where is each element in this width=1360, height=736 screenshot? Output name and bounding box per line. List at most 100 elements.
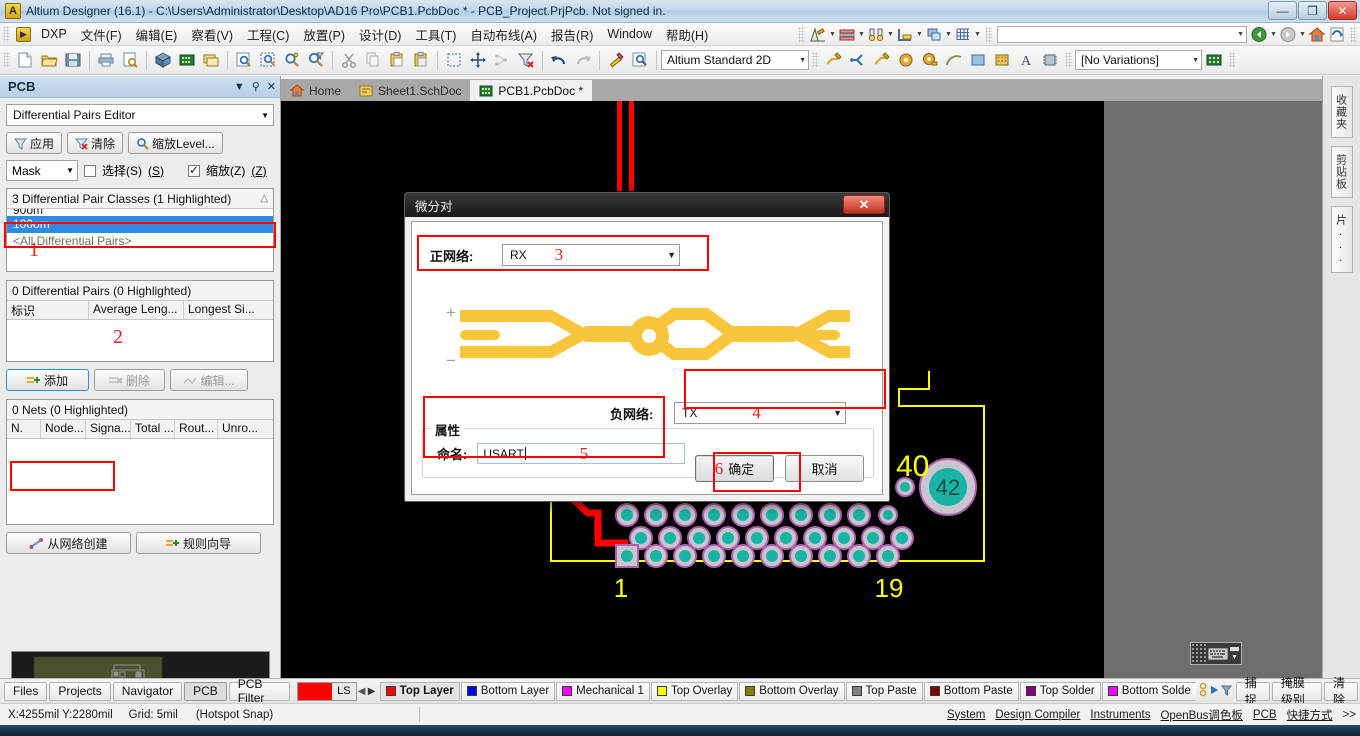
doc-tab-sheet1[interactable]: Sheet1.SchDoc <box>350 80 470 101</box>
new-document-icon[interactable] <box>14 49 36 71</box>
layers-icon[interactable] <box>200 49 222 71</box>
nets-col-1[interactable]: Node... <box>41 420 86 438</box>
menu-item-autoroute[interactable]: 自动布线(A) <box>463 22 544 47</box>
menu-item-file[interactable]: 文件(F) <box>74 22 129 47</box>
nets-col-0[interactable]: N. <box>7 420 41 438</box>
variant-board-icon[interactable] <box>1203 49 1225 71</box>
zoom-filter-icon[interactable] <box>305 49 327 71</box>
mask-dropdown-icon[interactable]: ▼ <box>66 166 74 175</box>
pcb-board-icon[interactable] <box>176 49 198 71</box>
place-net-icon[interactable] <box>847 49 869 71</box>
menu-right-grip3-icon[interactable] <box>1350 26 1357 43</box>
nets-col-3[interactable]: Total ... <box>131 420 175 438</box>
layer-tab-top-layer[interactable]: Top Layer <box>379 681 460 701</box>
layer-stack-dropdown-icon[interactable]: ▼ <box>857 26 866 43</box>
negative-net-combo[interactable]: TX 4 ▼ <box>674 402 846 424</box>
menu-right-grip2-icon[interactable] <box>985 26 992 43</box>
panel-tab-projects[interactable]: Projects <box>49 681 111 701</box>
zoom-area-icon[interactable] <box>257 49 279 71</box>
place-track-icon[interactable] <box>823 49 845 71</box>
negative-net-dropdown-icon[interactable]: ▼ <box>833 408 842 418</box>
menu-item-tools[interactable]: 工具(T) <box>408 22 463 47</box>
restore-button[interactable]: ❐ <box>1298 1 1327 20</box>
measure-dropdown-icon[interactable]: ▼ <box>915 26 924 43</box>
menu-search-combo[interactable]: ▼ <box>997 26 1247 43</box>
apply-button[interactable]: 应用 <box>6 132 63 154</box>
highlight-pen-icon[interactable] <box>605 49 627 71</box>
place-string-icon[interactable]: A <box>1015 49 1037 71</box>
refresh-icon[interactable] <box>1328 26 1346 43</box>
shortcuts-button[interactable]: 快捷方式 <box>1287 707 1333 723</box>
menu-item-help[interactable]: 帮助(H) <box>659 22 715 47</box>
overflow-button[interactable]: >> <box>1343 709 1356 721</box>
layer-tab-bottom-layer[interactable]: Bottom Layer <box>460 681 556 701</box>
place-pad-icon[interactable] <box>919 49 941 71</box>
pairs-col-2[interactable]: Longest Si... <box>184 301 272 319</box>
place-via-icon[interactable] <box>895 49 917 71</box>
board-3d-icon[interactable] <box>152 49 174 71</box>
undo-icon[interactable] <box>548 49 570 71</box>
ime-dropdown-icon[interactable]: ▼ <box>1231 654 1238 661</box>
open-folder-icon[interactable] <box>38 49 60 71</box>
save-icon[interactable] <box>62 49 84 71</box>
variations-grip-icon[interactable] <box>1065 52 1072 68</box>
forward-dropdown-icon[interactable]: ▼ <box>1298 26 1307 43</box>
move-icon[interactable] <box>467 49 489 71</box>
instruments-button[interactable]: Instruments <box>1090 709 1150 721</box>
layer-tab-bottom-paste[interactable]: Bottom Paste <box>923 681 1019 701</box>
browse-icon[interactable] <box>629 49 651 71</box>
list-item[interactable]: <All Differential Pairs> <box>7 233 273 250</box>
binoculars-icon[interactable] <box>867 26 885 43</box>
openbus-palette-button[interactable]: OpenBus调色板 <box>1160 707 1242 723</box>
measure-icon[interactable] <box>896 26 914 43</box>
select-area-icon[interactable] <box>443 49 465 71</box>
grid-dropdown-icon[interactable]: ▼ <box>973 26 982 43</box>
nets-col-5[interactable]: Unro... <box>218 420 262 438</box>
binoculars-dropdown-icon[interactable]: ▼ <box>886 26 895 43</box>
mask-level-button[interactable]: 掩膜级别 <box>1271 676 1322 707</box>
layer-stack-icon[interactable] <box>838 26 856 43</box>
select-checkbox[interactable] <box>84 164 96 177</box>
doc-tab-pcb1[interactable]: PCB1.PcbDoc * <box>470 80 593 101</box>
back-dropdown-icon[interactable]: ▼ <box>1269 26 1278 43</box>
place-fill-icon[interactable] <box>967 49 989 71</box>
vtab-clipboard[interactable]: 剪贴板 <box>1330 146 1353 198</box>
grid-icon[interactable] <box>954 26 972 43</box>
layer-tab-top-overlay[interactable]: Top Overlay <box>650 681 739 701</box>
editor-mode-select[interactable]: Differential Pairs Editor ▼ <box>6 104 274 126</box>
dialog-close-button[interactable]: ✕ <box>843 195 885 214</box>
panel-tab-pcb[interactable]: PCB <box>184 681 227 701</box>
view-config-dropdown-icon[interactable]: ▼ <box>793 57 806 64</box>
ruler-dropdown-icon[interactable]: ▼ <box>828 26 837 43</box>
copy-icon[interactable] <box>362 49 384 71</box>
place-arc-icon[interactable] <box>943 49 965 71</box>
layer-tab-bottom-overlay[interactable]: Bottom Overlay <box>739 681 845 701</box>
home-icon[interactable] <box>1308 26 1326 43</box>
list-item[interactable]: 90om <box>7 209 273 216</box>
dxp-icon[interactable]: ▶ <box>16 26 31 42</box>
cancel-button[interactable]: 取消 <box>785 455 864 482</box>
mask-select[interactable]: Mask ▼ <box>6 160 78 181</box>
menu-item-design[interactable]: 设计(D) <box>352 22 408 47</box>
toolbar-grip-icon[interactable] <box>3 52 10 68</box>
editor-mode-dropdown-icon[interactable]: ▼ <box>261 111 269 120</box>
minimize-button[interactable]: — <box>1268 1 1297 20</box>
ruler-pencil-icon[interactable] <box>809 26 827 43</box>
nets-col-2[interactable]: Signa... <box>86 420 131 438</box>
redo-icon[interactable] <box>572 49 594 71</box>
menu-item-place[interactable]: 放置(P) <box>296 22 352 47</box>
vtab-favorites[interactable]: 收藏夹 <box>1330 86 1353 138</box>
pin-icon[interactable]: ⚲ <box>252 80 260 93</box>
pcb-panel-button[interactable]: PCB <box>1253 709 1277 721</box>
zoom-document-icon[interactable] <box>233 49 255 71</box>
design-compiler-button[interactable]: Design Compiler <box>995 709 1080 721</box>
menu-right-grip-icon[interactable] <box>798 26 805 43</box>
delete-pair-button[interactable]: 删除 <box>94 369 165 391</box>
chevron-down-icon[interactable]: ▼ <box>234 81 245 93</box>
layer-config-icon[interactable] <box>1199 682 1208 701</box>
print-preview-icon[interactable] <box>119 49 141 71</box>
menu-item-dxp[interactable]: DXP <box>34 24 74 44</box>
forward-arrow-icon[interactable] <box>1279 26 1297 43</box>
vtab-more[interactable]: 片... <box>1330 206 1353 273</box>
layer-tab-mechanical-1[interactable]: Mechanical 1 <box>556 681 650 701</box>
